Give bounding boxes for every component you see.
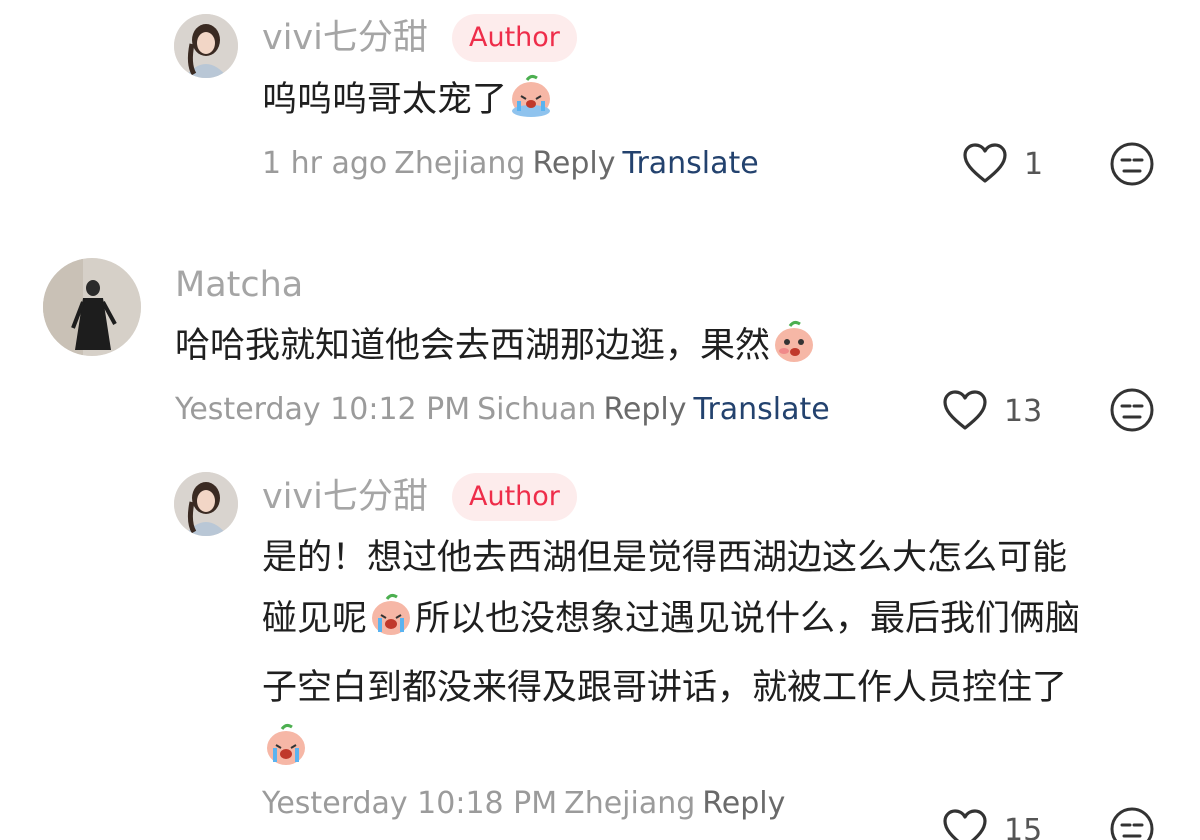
avatar[interactable] [174, 472, 238, 536]
translate-button[interactable]: Translate [694, 392, 830, 427]
comment-text: 哈哈我就知道他会去西湖那边逛，果然 [175, 316, 818, 385]
reply-button[interactable]: Reply [603, 392, 686, 427]
location: Zhejiang [394, 146, 526, 181]
comment-line: 是的！想过他去西湖但是觉得西湖边这么大怎么可能 [262, 538, 1068, 578]
like-count: 15 [1004, 813, 1043, 840]
username[interactable]: vivi七分甜 [262, 18, 428, 58]
dislike-button[interactable] [1109, 387, 1155, 437]
neutral-face-icon [1109, 142, 1155, 191]
comment-text: 呜呜呜哥太宠了 [262, 70, 555, 139]
heart-outline-icon [962, 142, 1008, 188]
comment-line: 子空白到都没来得及跟哥讲话，就被工作人员控住了 [262, 668, 1068, 708]
dislike-button[interactable] [1109, 806, 1155, 840]
like-count: 1 [1024, 147, 1044, 182]
reply-button[interactable]: Reply [532, 146, 615, 181]
timestamp: 1 hr ago [262, 146, 388, 181]
like-button[interactable]: 1 [962, 142, 1043, 188]
timestamp: Yesterday 10:18 PM [262, 786, 558, 821]
crying-face-emoji [262, 720, 310, 788]
author-badge: Author [452, 473, 577, 521]
like-button[interactable]: 15 [942, 808, 1042, 840]
avatar[interactable] [174, 14, 238, 78]
comment-line: 碰见呢 所以也没想象过遇见说什么，最后我们俩脑 [262, 589, 1182, 658]
author-badge: Author [452, 14, 577, 62]
like-button[interactable]: 13 [942, 389, 1042, 435]
comment-meta: Yesterday 10:18 PM Zhejiang Reply [262, 786, 792, 822]
translate-button[interactable]: Translate [623, 146, 759, 181]
like-count: 13 [1004, 394, 1043, 429]
location: Sichuan [477, 392, 597, 427]
comment-line [262, 719, 1182, 788]
timestamp: Yesterday 10:12 PM [175, 392, 471, 427]
comment-meta: 1 hr ago Zhejiang Reply Translate [262, 146, 766, 182]
username[interactable]: Matcha [175, 265, 303, 305]
crying-face-emoji [507, 71, 555, 139]
heart-outline-icon [942, 389, 988, 435]
avatar[interactable] [43, 258, 141, 356]
crying-face-emoji [367, 590, 415, 658]
reply-button[interactable]: Reply [702, 786, 785, 821]
heart-outline-icon [942, 808, 988, 840]
comment-meta: Yesterday 10:12 PM Sichuan Reply Translate [175, 392, 837, 428]
comment-thread: vivi七分甜 Author 呜呜呜哥太宠了 1 hr ago Zhejiang R… [0, 0, 1200, 840]
smirking-face-emoji [770, 317, 818, 385]
neutral-face-icon [1109, 388, 1155, 437]
username[interactable]: vivi七分甜 [262, 477, 428, 517]
dislike-button[interactable] [1109, 141, 1155, 191]
location: Zhejiang [564, 786, 696, 821]
comment-text: 是的！想过他去西湖但是觉得西湖边这么大怎么可能 碰见呢 所以也没想象过遇见说什么… [262, 528, 1182, 788]
